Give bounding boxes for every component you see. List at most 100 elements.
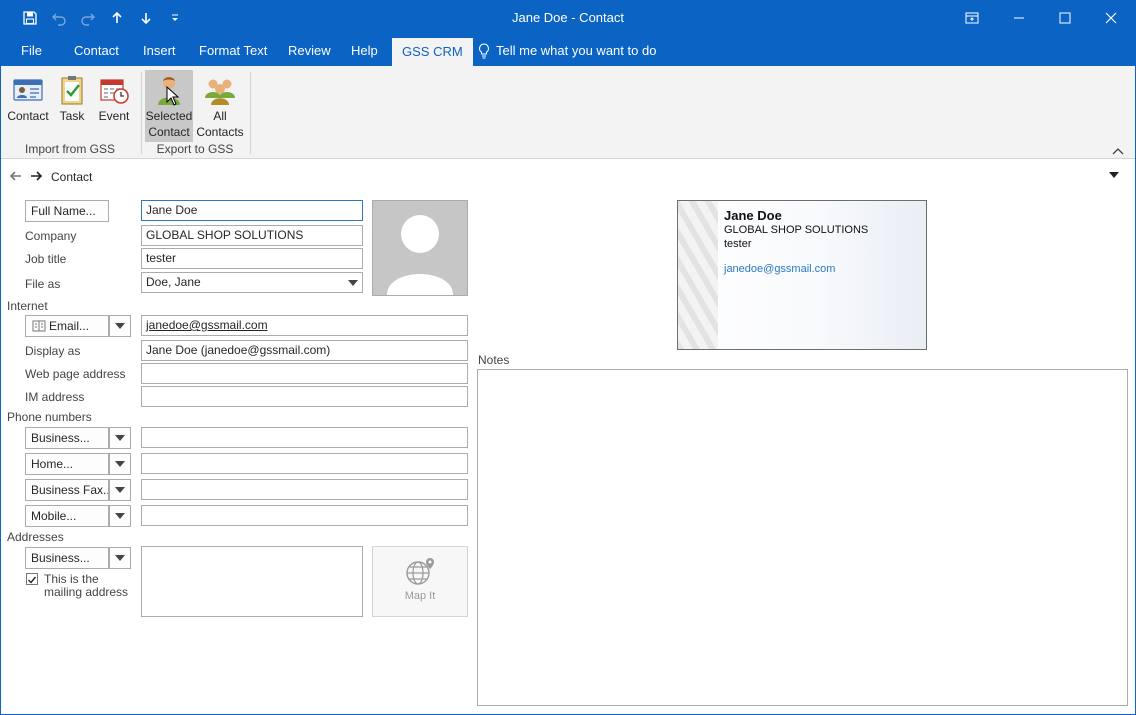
tab-help[interactable]: Help <box>341 36 388 66</box>
import-event-button[interactable]: Event <box>94 70 134 138</box>
import-event-label: Event <box>98 109 130 123</box>
card-decoration <box>678 201 718 349</box>
phone-type-button[interactable]: Business... <box>25 427 109 449</box>
file-as-value: Doe, Jane <box>146 275 201 289</box>
collapse-ribbon-button[interactable] <box>1112 144 1126 156</box>
export-group-label: Export to GSS <box>156 142 234 156</box>
phone-type-dropdown[interactable] <box>109 505 131 527</box>
tab-format-text[interactable]: Format Text <box>189 36 277 66</box>
phone-business-fax-input[interactable] <box>141 479 468 500</box>
page-title: Contact <box>51 170 93 184</box>
full-name-button[interactable]: Full Name... <box>25 200 109 222</box>
email-type-label: Email... <box>49 319 90 333</box>
phone-type-dropdown[interactable] <box>109 479 131 501</box>
map-it-label: Map It <box>404 590 436 602</box>
back-arrow-icon[interactable] <box>10 171 22 181</box>
tell-me-search[interactable]: Tell me what you want to do <box>478 36 656 66</box>
minimize-button[interactable] <box>996 0 1042 36</box>
forward-arrow-icon[interactable] <box>30 171 42 181</box>
export-all-contacts-button[interactable]: All Contacts <box>195 70 245 142</box>
mailing-address-line2: mailing address <box>44 585 129 599</box>
close-button[interactable] <box>1088 0 1134 36</box>
tell-me-text: Tell me what you want to do <box>496 43 657 58</box>
import-group-label: Import from GSS <box>24 142 116 156</box>
phone-mobile-input[interactable] <box>141 505 468 526</box>
card-name: Jane Doe <box>724 208 782 223</box>
phone-type-button[interactable]: Mobile... <box>25 505 109 527</box>
address-type-button[interactable]: Business... <box>25 547 109 569</box>
mailing-address-label: This is the mailing address <box>44 573 128 599</box>
event-calendar-icon <box>100 79 129 104</box>
job-title-label: Job title <box>25 252 67 266</box>
ribbon-display-icon <box>965 12 979 24</box>
phone-type-dropdown[interactable] <box>109 453 131 475</box>
ribbon-display-options-button[interactable] <box>949 0 995 36</box>
tab-contact[interactable]: Contact <box>64 36 129 66</box>
internet-section-label: Internet <box>7 299 48 313</box>
all-contacts-label-1: All <box>213 109 227 123</box>
chevron-down-icon <box>348 280 358 286</box>
all-contacts-label-2: Contacts <box>196 125 244 139</box>
all-contacts-icon <box>205 79 235 105</box>
chevron-down-icon <box>115 323 125 329</box>
map-it-button[interactable]: Map It <box>372 546 468 617</box>
job-title-input[interactable]: tester <box>141 248 363 269</box>
page-nav: Contact <box>0 160 1136 194</box>
file-as-select[interactable]: Doe, Jane <box>141 272 363 293</box>
phone-home-input[interactable] <box>141 453 468 474</box>
im-address-label: IM address <box>25 390 85 404</box>
phone-type-button[interactable]: Home... <box>25 453 109 475</box>
chevron-down-icon[interactable] <box>1109 172 1119 178</box>
mailing-address-line1: This is the <box>44 572 99 586</box>
chevron-down-icon <box>115 513 125 519</box>
card-company: GLOBAL SHOP SOLUTIONS <box>724 224 869 236</box>
tab-insert[interactable]: Insert <box>133 36 186 66</box>
company-input[interactable]: GLOBAL SHOP SOLUTIONS <box>141 225 363 246</box>
import-task-label: Task <box>59 109 85 123</box>
full-name-input[interactable]: Jane Doe <box>141 200 363 221</box>
company-label: Company <box>25 229 77 243</box>
phone-business-input[interactable] <box>141 427 468 448</box>
maximize-icon <box>1059 12 1071 24</box>
file-as-label: File as <box>25 277 61 291</box>
tab-gss-crm[interactable]: GSS CRM <box>392 38 473 66</box>
chevron-up-icon <box>1112 148 1124 155</box>
address-type-dropdown[interactable] <box>109 547 131 569</box>
mouse-cursor-icon <box>166 86 180 106</box>
notes-label: Notes <box>478 353 510 367</box>
notes-textarea[interactable] <box>477 369 1128 706</box>
lightbulb-icon <box>479 43 489 59</box>
checkmark-icon <box>28 576 37 584</box>
import-task-button[interactable]: Task <box>54 70 90 138</box>
display-as-input[interactable]: Jane Doe (janedoe@gssmail.com) <box>141 340 468 361</box>
chevron-down-icon <box>115 435 125 441</box>
close-icon <box>1105 12 1117 24</box>
ribbon-tabs: File Contact Insert Format Text Review H… <box>0 36 1136 66</box>
selected-contact-label-2: Contact <box>148 125 190 139</box>
web-page-input[interactable] <box>141 363 468 384</box>
maximize-button[interactable] <box>1042 0 1088 36</box>
ribbon-group-separator <box>141 72 142 154</box>
business-card[interactable]: Jane Doe GLOBAL SHOP SOLUTIONS tester ja… <box>677 200 927 350</box>
export-selected-contact-button[interactable]: Selected Contact <box>145 70 193 142</box>
email-input[interactable]: janedoe@gssmail.com <box>141 315 468 336</box>
chevron-down-icon <box>115 487 125 493</box>
im-address-input[interactable] <box>141 386 468 407</box>
tab-review[interactable]: Review <box>278 36 341 66</box>
ribbon: Contact Task Event Import from GSS Selec… <box>0 66 1136 159</box>
title-bar: Jane Doe - Contact <box>0 0 1136 36</box>
tab-file[interactable]: File <box>11 36 52 66</box>
person-silhouette-icon <box>387 215 453 295</box>
contact-photo[interactable] <box>372 200 468 296</box>
import-contact-button[interactable]: Contact <box>6 70 50 138</box>
address-textarea[interactable] <box>141 546 363 617</box>
mailing-address-checkbox[interactable] <box>26 573 38 585</box>
minimize-icon <box>1014 17 1024 19</box>
task-clipboard-icon <box>61 76 83 105</box>
email-type-dropdown[interactable] <box>109 315 131 337</box>
email-type-button[interactable]: Email... <box>25 315 109 337</box>
phone-type-button[interactable]: Business Fax... <box>25 479 109 501</box>
globe-pin-icon <box>406 558 434 585</box>
phone-type-dropdown[interactable] <box>109 427 131 449</box>
card-email: janedoe@gssmail.com <box>724 263 836 275</box>
